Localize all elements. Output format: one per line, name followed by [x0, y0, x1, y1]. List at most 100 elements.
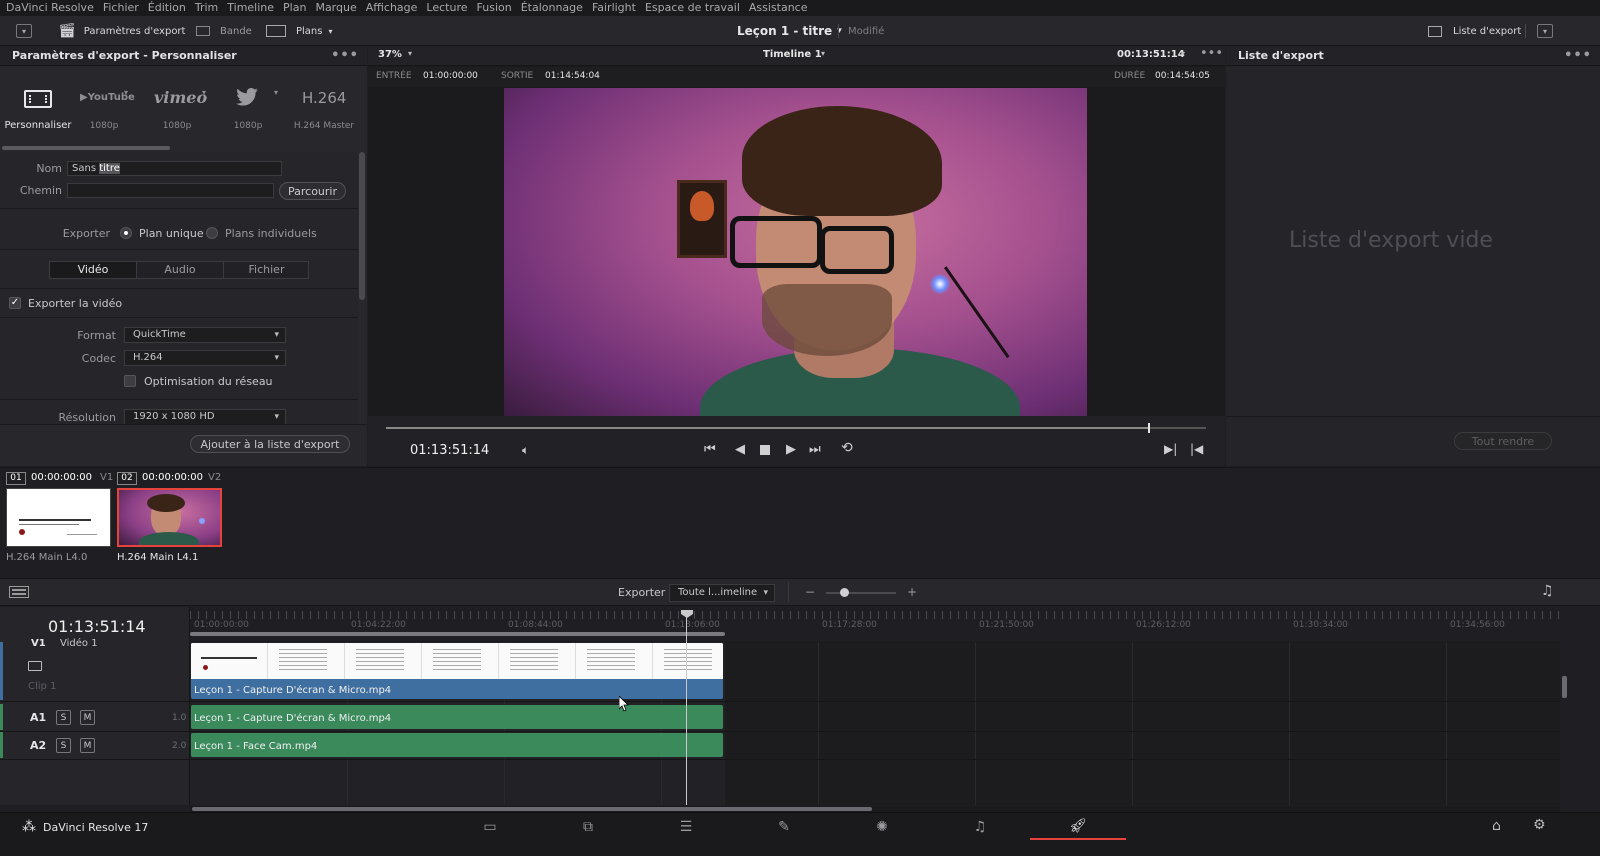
zoom-slider[interactable]	[826, 588, 896, 597]
jump-start-icon[interactable]: ⏮︎	[704, 442, 716, 457]
menu-app[interactable]: DaVinci Resolve	[6, 0, 94, 16]
add-to-queue-button[interactable]: Ajouter à la liste d'export	[190, 435, 350, 453]
a1-level: 1.0	[172, 713, 187, 723]
more-options-icon[interactable]: •••	[331, 48, 359, 63]
resolution-select[interactable]: 1920 x 1080 HD ▾	[124, 409, 286, 425]
clip-01-thumbnail[interactable]	[6, 488, 111, 547]
a2-mute-button[interactable]: M	[80, 738, 95, 753]
settings-tabs: Vidéo Audio Fichier	[49, 261, 309, 279]
zoom-level[interactable]: 37%	[378, 49, 402, 60]
render-queue-button[interactable]: Liste d'export	[1428, 16, 1521, 46]
audio-clip-a2[interactable]: Leçon 1 - Face Cam.mp4	[191, 733, 723, 757]
render-queue-icon	[1428, 25, 1442, 37]
single-clip-radio[interactable]	[120, 227, 132, 239]
playhead-line[interactable]	[686, 617, 687, 805]
timeline-view-icon[interactable]	[9, 586, 29, 598]
menu-fusion[interactable]: Fusion	[477, 0, 512, 16]
path-input[interactable]	[67, 183, 274, 198]
divider	[838, 24, 839, 38]
menu-playback[interactable]: Lecture	[426, 0, 467, 16]
menu-mark[interactable]: Marque	[315, 0, 356, 16]
fairlight-page-icon[interactable]: ♫	[932, 814, 1028, 840]
preset-h264[interactable]: H.264 H.264 Master	[288, 78, 360, 138]
timeline-toolbar	[0, 578, 1600, 606]
clip-01-index: 01	[6, 472, 26, 485]
tab-audio[interactable]: Audio	[136, 262, 223, 278]
horizontal-scrollbar[interactable]	[192, 807, 872, 811]
menu-fairlight[interactable]: Fairlight	[592, 0, 636, 16]
v1-monitor-icon[interactable]	[28, 661, 42, 671]
vertical-scrollbar[interactable]	[1562, 676, 1567, 698]
tab-file[interactable]: Fichier	[223, 262, 309, 278]
menu-trim[interactable]: Trim	[195, 0, 218, 16]
a1-solo-button[interactable]: S	[56, 710, 71, 725]
a2-solo-button[interactable]: S	[56, 738, 71, 753]
format-select[interactable]: QuickTime ▾	[124, 327, 286, 343]
preset-vimeo[interactable]: vimeo ▾ 1080p	[144, 78, 210, 138]
network-opt-checkbox[interactable]	[124, 375, 136, 387]
codec-select[interactable]: H.264 ▾	[124, 350, 286, 366]
zoom-in-icon[interactable]: +	[907, 585, 917, 599]
gear-icon[interactable]: ⚙︎	[1533, 817, 1546, 833]
export-settings-button[interactable]: 🎬︎ Paramètres d'export	[58, 16, 185, 46]
zoom-out-icon[interactable]: −	[805, 585, 815, 599]
tab-video[interactable]: Vidéo	[50, 262, 136, 278]
fusion-page-icon[interactable]: ✎	[736, 814, 832, 840]
chevron-down-icon[interactable]: ▾	[821, 49, 825, 58]
render-all-button[interactable]: Tout rendre	[1454, 432, 1552, 450]
music-note-icon[interactable]: ♫	[1541, 583, 1554, 599]
menu-workspace[interactable]: Espace de travail	[645, 0, 740, 16]
clip-02-thumbnail[interactable]	[117, 488, 222, 547]
timeline-timecode: 01:13:51:14	[48, 617, 146, 636]
stop-icon[interactable]	[760, 445, 770, 455]
export-video-checkbox[interactable]: ✓	[9, 297, 21, 309]
preset-twitter[interactable]: ▾ 1080p	[216, 78, 280, 138]
deliver-page-icon[interactable]: 🚀︎	[1030, 814, 1126, 840]
chevron-down-icon[interactable]: ▾	[1181, 49, 1185, 58]
menu-view[interactable]: Affichage	[366, 0, 418, 16]
audio-clip-a1[interactable]: Leçon 1 - Capture D'écran & Micro.mp4	[191, 705, 723, 729]
more-options-icon[interactable]: •••	[1564, 48, 1592, 63]
a1-mute-button[interactable]: M	[80, 710, 95, 725]
zoom-slider-handle[interactable]	[840, 588, 849, 597]
color-page-icon[interactable]: ✺	[834, 814, 930, 840]
reverse-play-icon[interactable]: ◀︎	[735, 442, 745, 457]
menu-help[interactable]: Assistance	[749, 0, 808, 16]
clips-button[interactable]: Plans ▾	[266, 16, 333, 46]
chevron-down-icon[interactable]: ▾	[408, 49, 412, 58]
edit-page-icon[interactable]: ☰	[638, 814, 734, 840]
cut-page-icon[interactable]: ⧉	[540, 814, 636, 840]
loop-icon[interactable]: ⟲	[841, 440, 853, 456]
volume-icon[interactable]: 🔈︎	[522, 443, 529, 458]
media-page-icon[interactable]: ▭	[442, 814, 538, 840]
settings-scrollbar[interactable]	[359, 152, 365, 300]
tape-button[interactable]: Bande	[196, 16, 252, 46]
scrub-bar[interactable]	[386, 423, 1206, 433]
clip-02-codec: H.264 Main L4.1	[117, 552, 199, 563]
browse-button[interactable]: Parcourir	[279, 182, 346, 200]
export-range-select[interactable]: Toute l...imeline ▾	[669, 584, 775, 602]
preset-youtube[interactable]: ▶︎YouTube ▾ 1080p	[72, 78, 136, 138]
ruler-label: 01:34:56:00	[1450, 620, 1505, 630]
project-title[interactable]: Leçon 1 - titre ▾	[737, 16, 842, 46]
menu-timeline[interactable]: Timeline	[227, 0, 274, 16]
jump-end-icon[interactable]: ⏭︎	[809, 442, 821, 457]
more-options-icon[interactable]: •••	[1200, 46, 1223, 61]
timeline-name[interactable]: Timeline 1	[763, 49, 822, 60]
home-icon[interactable]: ⌂	[1492, 818, 1501, 834]
next-clip-icon[interactable]: ▶︎|	[1164, 442, 1177, 456]
menu-color[interactable]: Étalonnage	[521, 0, 583, 16]
individual-clips-radio[interactable]	[206, 227, 218, 239]
menu-edit[interactable]: Édition	[148, 0, 186, 16]
menu-file[interactable]: Fichier	[103, 0, 139, 16]
collapse-toggle-icon[interactable]: ▾	[16, 24, 32, 38]
name-input[interactable]: Sans titre	[67, 161, 282, 176]
preset-custom[interactable]: Personnaliser	[2, 78, 74, 138]
prev-clip-icon[interactable]: |◀︎	[1190, 442, 1203, 456]
collapse-right-icon[interactable]: ▾	[1537, 24, 1553, 38]
video-clip[interactable]: Leçon 1 - Capture D'écran & Micro.mp4	[191, 643, 723, 699]
play-icon[interactable]: ▶︎	[786, 442, 796, 457]
clip-02-index: 02	[117, 472, 137, 485]
preset-scrollbar[interactable]	[2, 146, 170, 150]
menu-clip[interactable]: Plan	[283, 0, 306, 16]
